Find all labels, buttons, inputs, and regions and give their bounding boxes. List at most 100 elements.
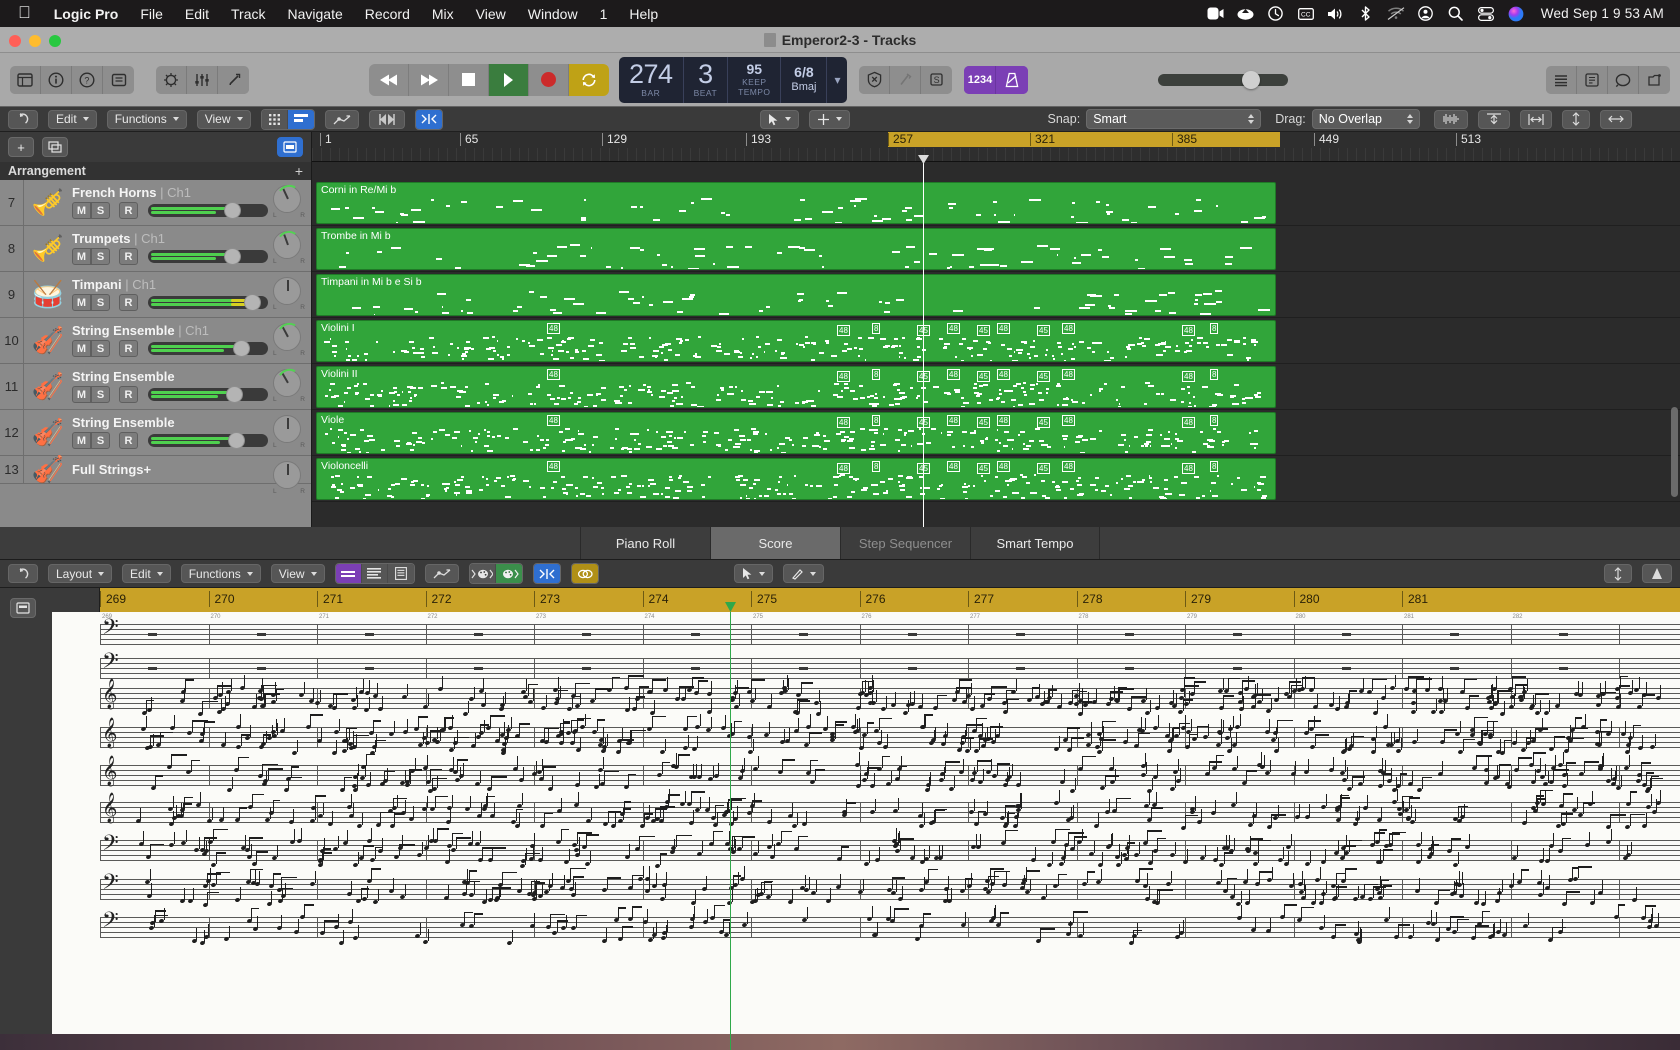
editors-icon[interactable] bbox=[218, 65, 249, 94]
automation-icon[interactable] bbox=[424, 564, 459, 583]
menu-track[interactable]: Track bbox=[220, 6, 276, 22]
pan-knob[interactable]: LR bbox=[273, 415, 305, 449]
record-enable-button[interactable]: R bbox=[119, 386, 138, 403]
score-pencil-tool[interactable] bbox=[782, 564, 824, 583]
lcd-chevron-down-icon[interactable]: ▾ bbox=[827, 57, 847, 103]
region[interactable]: Violini I48488454845484548488 bbox=[316, 320, 1276, 362]
tab-step-sequencer[interactable]: Step Sequencer bbox=[840, 527, 970, 559]
media-browser-icon[interactable] bbox=[1639, 65, 1670, 94]
mute-button[interactable]: M bbox=[72, 248, 91, 265]
staff-system[interactable]: 𝄢 bbox=[100, 615, 1680, 654]
mixer-icon[interactable] bbox=[187, 65, 218, 94]
lcd-bar-cell[interactable]: 274 BAR bbox=[619, 56, 684, 103]
menu-help[interactable]: Help bbox=[618, 6, 669, 22]
track-header-11[interactable]: 11 🎻 String Ensemble M S R L R bbox=[0, 364, 311, 410]
track-lane[interactable]: Corni in Re/Mi b bbox=[312, 180, 1680, 226]
pan-knob[interactable]: LR bbox=[273, 182, 305, 219]
volume-knob[interactable] bbox=[228, 432, 246, 449]
search-icon[interactable] bbox=[1443, 4, 1469, 24]
track-name[interactable]: Full Strings+ bbox=[72, 462, 307, 477]
volume-icon[interactable] bbox=[1323, 4, 1349, 24]
record-enable-button[interactable]: R bbox=[119, 248, 138, 265]
track-lane[interactable]: Trombe in Mi b bbox=[312, 226, 1680, 272]
staff-system[interactable]: 𝄞 bbox=[100, 714, 1680, 757]
score-vertical-zoom-icon[interactable] bbox=[1604, 564, 1632, 583]
volume-slider[interactable] bbox=[148, 432, 268, 449]
solo-button[interactable]: S bbox=[91, 202, 110, 219]
score-ruler[interactable]: 269 270 271 272 273 274 275 276 277 278 279 280 281 bbox=[100, 588, 1680, 612]
flex-icon[interactable] bbox=[368, 109, 405, 129]
pan-knob[interactable]: LR bbox=[273, 320, 305, 357]
staff-system[interactable]: 𝄢 bbox=[100, 827, 1680, 870]
menu-logic-pro[interactable]: Logic Pro bbox=[43, 6, 130, 22]
menu-navigate[interactable]: Navigate bbox=[276, 6, 353, 22]
arrangement-add-button[interactable]: + bbox=[295, 163, 303, 179]
staff-system[interactable]: 𝄞 bbox=[100, 752, 1680, 795]
drag-popup[interactable]: No Overlap bbox=[1311, 109, 1420, 129]
tab-score[interactable]: Score bbox=[710, 527, 840, 559]
link-icon[interactable] bbox=[571, 564, 598, 583]
add-track-button[interactable]: + bbox=[8, 137, 34, 157]
list-editors-icon[interactable] bbox=[1546, 65, 1577, 94]
score-menu-edit[interactable]: Edit bbox=[122, 564, 171, 583]
grid-view-icon[interactable] bbox=[261, 109, 288, 129]
record-button[interactable] bbox=[529, 63, 569, 96]
score-canvas[interactable]: 𝄢 𝄢 𝄞 𝄞 𝄞 𝄞 𝄢 𝄢 𝄢 269 270 271 272 273 274 275 276 277 278 2… bbox=[100, 612, 1680, 1050]
mute-button[interactable]: M bbox=[72, 386, 91, 403]
tracks-menu-edit[interactable]: Edit bbox=[48, 109, 97, 129]
region[interactable]: Violoncelli48488454845484548488 bbox=[316, 458, 1276, 500]
tuner-icon[interactable] bbox=[890, 65, 922, 94]
note-color-icon[interactable] bbox=[469, 564, 496, 583]
menu-window-number[interactable]: 1 bbox=[589, 6, 619, 22]
low-latency-icon[interactable] bbox=[859, 65, 891, 94]
tab-smart-tempo[interactable]: Smart Tempo bbox=[970, 527, 1100, 559]
track-header-7[interactable]: 7 🎺 French Horns | Ch1 M S R L R bbox=[0, 180, 311, 226]
lcd-display[interactable]: 274 BAR 3 BEAT 95 KEEP TEMPO 6/8 Bmaj ▾ bbox=[619, 56, 848, 103]
volume-slider[interactable] bbox=[148, 202, 268, 219]
record-enable-button[interactable]: R bbox=[119, 294, 138, 311]
tracks-vertical-scrollbar[interactable] bbox=[1671, 407, 1678, 497]
track-name[interactable]: French Horns | Ch1 bbox=[72, 186, 307, 200]
horizontal-zoom-icon[interactable] bbox=[1519, 109, 1552, 129]
tracks-ruler[interactable]: 1 65 129 193 257 321 385 449 513 bbox=[312, 132, 1680, 162]
help-icon[interactable]: ? bbox=[72, 65, 103, 94]
volume-knob[interactable] bbox=[226, 386, 244, 403]
note-size-icon[interactable] bbox=[1642, 564, 1672, 583]
score-menu-layout[interactable]: Layout bbox=[48, 564, 113, 583]
region[interactable]: Violini II48488454845484548488 bbox=[316, 366, 1276, 408]
maximize-window-button[interactable] bbox=[49, 35, 61, 47]
strings-icon[interactable]: 🎻 bbox=[24, 413, 72, 453]
zoom-horizontal-icon[interactable] bbox=[1599, 109, 1632, 129]
record-enable-button[interactable]: R bbox=[119, 340, 138, 357]
score-pointer-tool[interactable] bbox=[733, 564, 773, 583]
mute-button[interactable]: M bbox=[72, 294, 91, 311]
staff-system[interactable]: 𝄢 bbox=[100, 904, 1680, 947]
undo-icon[interactable] bbox=[8, 564, 38, 583]
volume-knob[interactable] bbox=[232, 340, 250, 357]
solo-button[interactable]: S bbox=[91, 340, 110, 357]
bluetooth-icon[interactable] bbox=[1353, 4, 1379, 24]
pan-knob[interactable]: LR bbox=[273, 277, 305, 311]
record-enable-button[interactable]: R bbox=[119, 432, 138, 449]
apple-logo-icon[interactable]:  bbox=[8, 4, 43, 23]
automation-icon[interactable] bbox=[324, 109, 359, 129]
volume-knob[interactable] bbox=[223, 202, 241, 219]
volume-slider[interactable] bbox=[148, 294, 268, 311]
siri-icon[interactable] bbox=[1503, 4, 1529, 24]
menubar-clock[interactable]: Wed Sep 1 9 53 AM bbox=[1533, 6, 1664, 21]
score-menu-view[interactable]: View bbox=[270, 564, 325, 583]
pointer-tool[interactable] bbox=[759, 109, 799, 129]
pan-knob[interactable]: LR bbox=[273, 461, 305, 495]
score-menu-functions[interactable]: Functions bbox=[180, 564, 261, 583]
solo-icon[interactable]: S bbox=[921, 65, 953, 94]
menu-record[interactable]: Record bbox=[354, 6, 421, 22]
user-account-icon[interactable] bbox=[1413, 4, 1439, 24]
menu-edit[interactable]: Edit bbox=[174, 6, 220, 22]
cycle-range[interactable] bbox=[888, 132, 1280, 147]
track-header-9[interactable]: 9 🥁 Timpani | Ch1 M S R L R bbox=[0, 272, 311, 318]
closed-caption-icon[interactable]: CC bbox=[1293, 4, 1319, 24]
track-header-13[interactable]: 13 🎻 Full Strings+ L R bbox=[0, 454, 311, 495]
metronome-icon[interactable] bbox=[996, 65, 1029, 94]
notes-icon[interactable] bbox=[103, 65, 134, 94]
undo-icon[interactable] bbox=[8, 109, 38, 129]
